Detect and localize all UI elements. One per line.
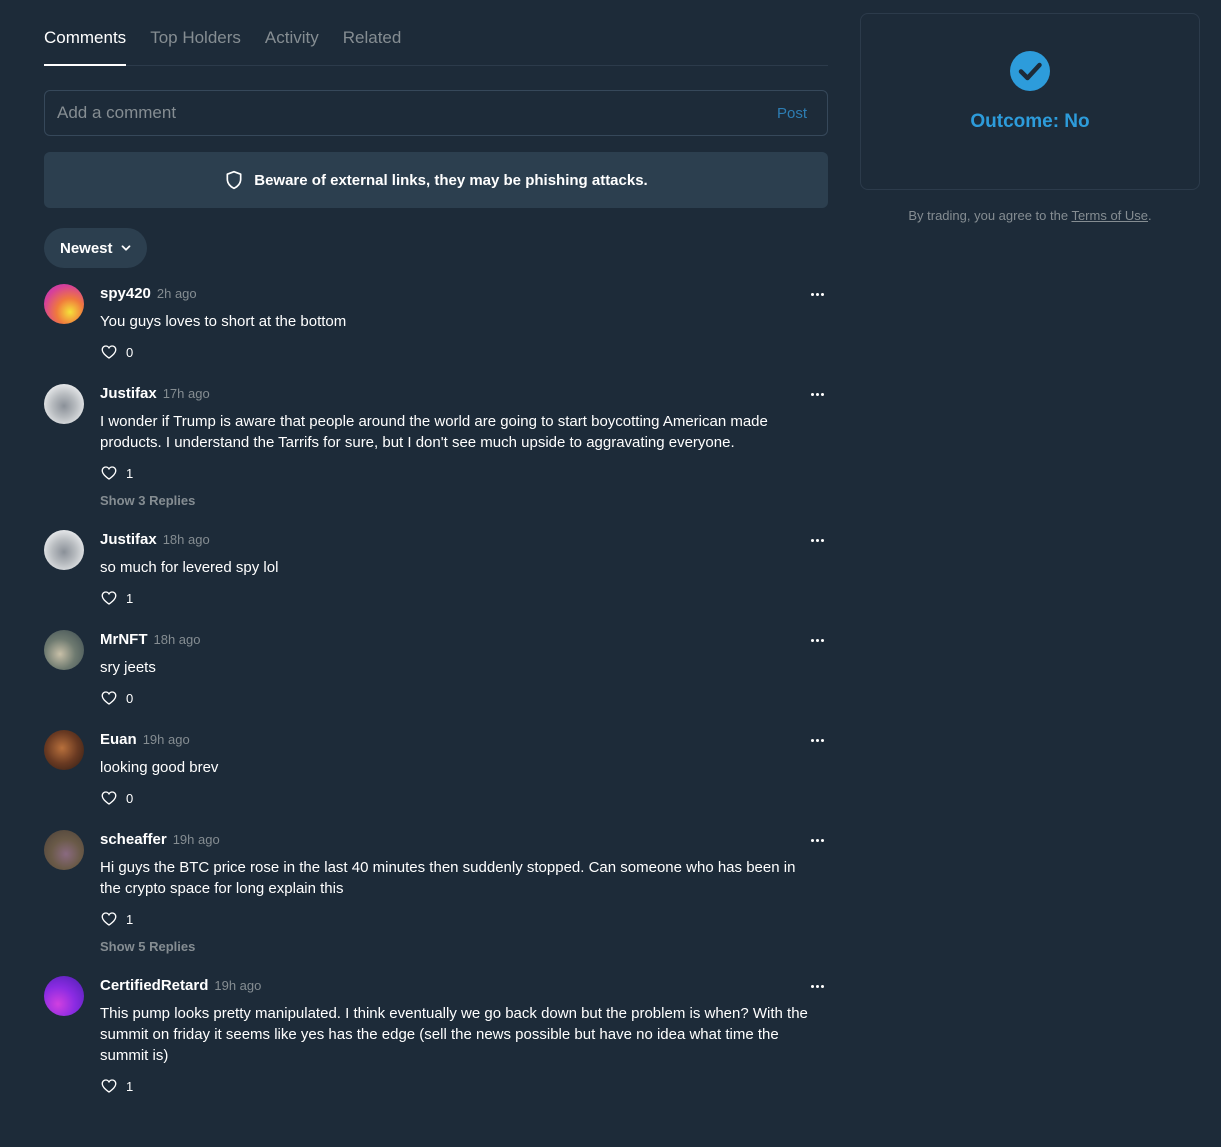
show-replies-button[interactable]: Show 3 Replies — [100, 493, 828, 508]
heart-icon[interactable] — [100, 589, 118, 607]
heart-icon[interactable] — [100, 1077, 118, 1095]
like-count: 0 — [126, 344, 134, 360]
comment-input[interactable] — [57, 103, 769, 123]
like-count: 0 — [126, 790, 134, 806]
comment-text: You guys loves to short at the bottom — [100, 313, 347, 330]
tab-comments[interactable]: Comments — [44, 28, 127, 66]
comment-header: Euan 19h ago — [100, 730, 828, 750]
like-count: 1 — [126, 590, 134, 606]
avatar[interactable] — [44, 530, 84, 570]
sort-label: Newest — [60, 239, 113, 257]
avatar[interactable] — [44, 730, 84, 770]
tab-activity[interactable]: Activity — [265, 28, 319, 65]
more-options-icon[interactable] — [806, 832, 828, 848]
outcome-card: Outcome: No — [860, 13, 1200, 190]
heart-icon[interactable] — [100, 689, 118, 707]
warning-text: Beware of external links, they may be ph… — [254, 171, 648, 189]
comment-author[interactable]: Justifax — [100, 385, 157, 402]
comment-header: scheaffer 19h ago — [100, 830, 828, 850]
avatar[interactable] — [44, 976, 84, 1016]
comment-text: I wonder if Trump is aware that people a… — [100, 413, 768, 451]
tab-bar: Comments Top Holders Activity Related — [44, 0, 828, 66]
comment-list: spy420 2h ago You guys loves to short at t… — [44, 284, 828, 1096]
comment-item: CertifiedRetard 19h ago This pump looks pr… — [44, 976, 828, 1096]
comment-item: Euan 19h ago looking good brev 0 — [44, 730, 828, 808]
comment-text: Hi guys the BTC price rose in the last 4… — [100, 859, 796, 897]
comment-like-row: 0 — [100, 342, 828, 362]
heart-icon[interactable] — [100, 789, 118, 807]
comment-time: 18h ago — [162, 532, 210, 547]
comment-like-row: 0 — [100, 688, 828, 708]
show-replies-button[interactable]: Show 5 Replies — [100, 939, 828, 954]
comment-author[interactable]: scheaffer — [100, 831, 167, 848]
like-count: 1 — [126, 1078, 134, 1094]
comment-time: 2h ago — [156, 286, 197, 301]
comment-text: sry jeets — [100, 659, 156, 676]
comment-item: spy420 2h ago You guys loves to short at t… — [44, 284, 828, 362]
comment-like-row: 1 — [100, 909, 828, 929]
heart-icon[interactable] — [100, 343, 118, 361]
more-options-icon[interactable] — [806, 286, 828, 302]
comment-like-row: 1 — [100, 463, 828, 483]
comment-input-box: Post — [44, 90, 828, 136]
side-panel: Outcome: No By trading, you agree to the… — [860, 13, 1200, 223]
comment-author[interactable]: Justifax — [100, 531, 157, 548]
comment-time: 18h ago — [153, 632, 201, 647]
shield-icon — [226, 170, 242, 190]
more-options-icon[interactable] — [806, 532, 828, 548]
like-count: 0 — [126, 690, 134, 706]
heart-icon[interactable] — [100, 910, 118, 928]
avatar[interactable] — [44, 284, 84, 324]
comment-author[interactable]: CertifiedRetard — [100, 977, 208, 994]
outcome-text: Outcome: No — [970, 111, 1090, 132]
comment-author[interactable]: MrNFT — [100, 631, 148, 648]
avatar[interactable] — [44, 830, 84, 870]
comment-header: spy420 2h ago — [100, 284, 828, 304]
post-button[interactable]: Post — [769, 105, 815, 122]
comment-item: MrNFT 18h ago sry jeets 0 — [44, 630, 828, 708]
comment-time: 17h ago — [162, 386, 210, 401]
comment-text: so much for levered spy lol — [100, 559, 279, 576]
terms-of-use-link[interactable]: Terms of Use — [1071, 208, 1148, 223]
comment-header: Justifax 18h ago — [100, 530, 828, 550]
tab-top-holders[interactable]: Top Holders — [150, 28, 241, 65]
terms-suffix: . — [1148, 208, 1152, 223]
comment-text: This pump looks pretty manipulated. I th… — [100, 1005, 808, 1064]
comment-author[interactable]: spy420 — [100, 285, 151, 302]
comment-text: looking good brev — [100, 759, 219, 776]
comment-item: Justifax 17h ago I wonder if Trump is awar… — [44, 384, 828, 508]
comment-like-row: 1 — [100, 1076, 828, 1096]
like-count: 1 — [126, 911, 134, 927]
comment-header: CertifiedRetard 19h ago — [100, 976, 828, 996]
like-count: 1 — [126, 465, 134, 481]
phishing-warning-banner: Beware of external links, they may be ph… — [44, 152, 828, 208]
sort-dropdown[interactable]: Newest — [44, 228, 147, 268]
more-options-icon[interactable] — [806, 632, 828, 648]
comment-time: 19h ago — [142, 732, 190, 747]
comment-header: Justifax 17h ago — [100, 384, 828, 404]
more-options-icon[interactable] — [806, 386, 828, 402]
comment-item: Justifax 18h ago so much for levered spy l… — [44, 530, 828, 608]
comment-like-row: 1 — [100, 588, 828, 608]
terms-prefix: By trading, you agree to the — [908, 208, 1072, 223]
comment-time: 19h ago — [172, 832, 220, 847]
avatar[interactable] — [44, 384, 84, 424]
heart-icon[interactable] — [100, 464, 118, 482]
more-options-icon[interactable] — [806, 732, 828, 748]
main-column: Comments Top Holders Activity Related Po… — [44, 0, 828, 1118]
comment-author[interactable]: Euan — [100, 731, 137, 748]
comment-time: 19h ago — [214, 978, 262, 993]
avatar[interactable] — [44, 630, 84, 670]
comment-header: MrNFT 18h ago — [100, 630, 828, 650]
chevron-down-icon — [121, 245, 130, 251]
more-options-icon[interactable] — [806, 978, 828, 994]
comment-item: scheaffer 19h ago Hi guys the BTC price ro… — [44, 830, 828, 954]
terms-notice: By trading, you agree to the Terms of Us… — [860, 208, 1200, 223]
tab-related[interactable]: Related — [343, 28, 402, 65]
comment-like-row: 0 — [100, 788, 828, 808]
check-circle-icon — [1010, 51, 1050, 91]
